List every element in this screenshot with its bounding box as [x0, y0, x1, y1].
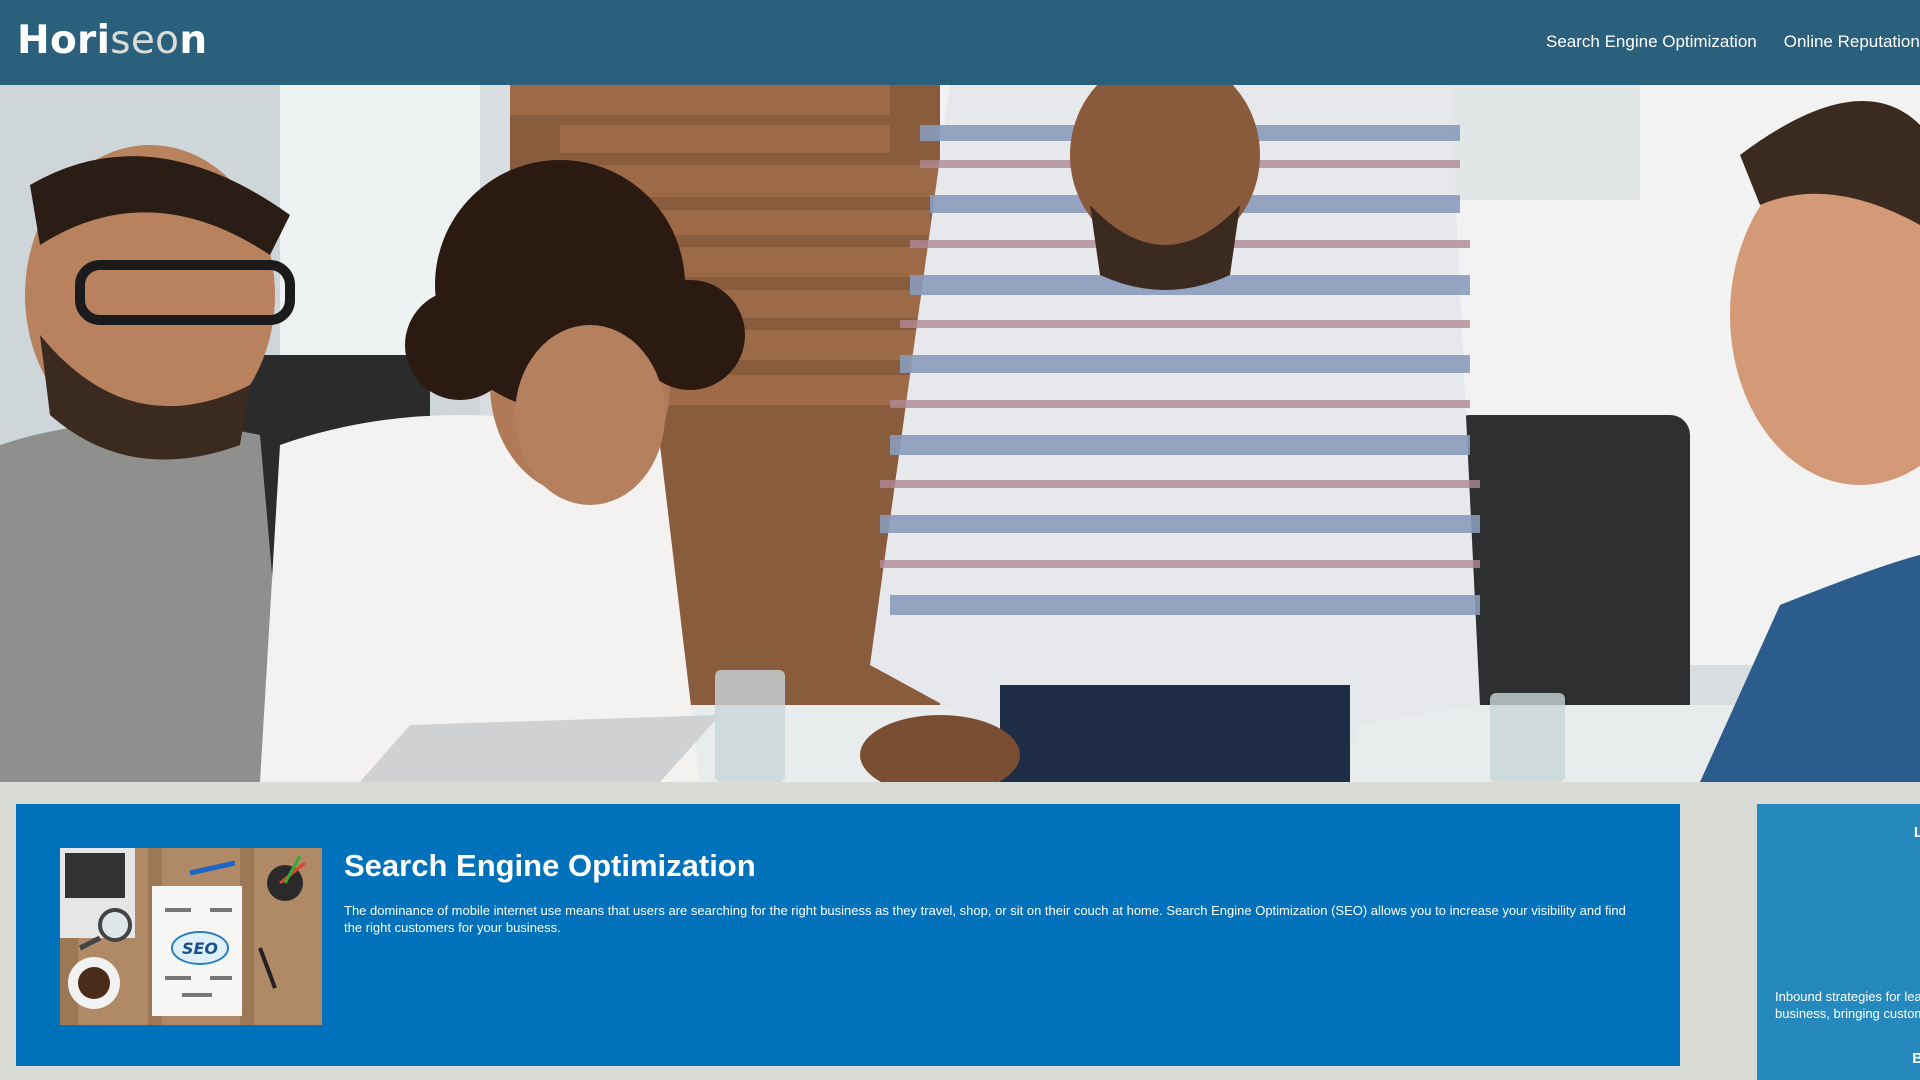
seo-card-text: The dominance of mobile internet use mea…: [344, 903, 1626, 935]
site-header: Horiseon Search Engine Optimization Onli…: [0, 0, 1920, 85]
nav-link-seo[interactable]: Search Engine Optimization: [1546, 32, 1757, 52]
sidebar-text-line-1: Inbound strategies for lea: [1775, 989, 1920, 1004]
brand-main: Hori: [17, 18, 111, 63]
nav-link-reputation[interactable]: Online Reputation Ma: [1784, 32, 1920, 52]
brand-accent: seo: [110, 18, 180, 63]
brand-end: n: [179, 18, 208, 63]
seo-card-title: Search Engine Optimization: [344, 848, 756, 883]
seo-card: SEO Search Engine Optimization The domin…: [16, 804, 1680, 1066]
site-logo[interactable]: Horiseon: [17, 18, 207, 63]
team-meeting-photo-icon: [0, 85, 1920, 782]
sidebar-text-line-2: business, bringing custome: [1775, 1006, 1920, 1021]
hero-image: [0, 85, 1920, 782]
sidebar-text: Inbound strategies for lea business, bri…: [1775, 988, 1920, 1022]
sidebar-card: L Inbound strategies for lea business, b…: [1757, 804, 1920, 1080]
sidebar-heading-fragment: L: [1913, 824, 1920, 841]
seo-notebook-image-icon: SEO: [60, 848, 322, 1025]
sidebar-heading-fragment-2: B: [1912, 1050, 1920, 1067]
main-nav: Search Engine Optimization Online Reputa…: [1546, 32, 1920, 52]
seo-label: SEO: [182, 939, 218, 958]
